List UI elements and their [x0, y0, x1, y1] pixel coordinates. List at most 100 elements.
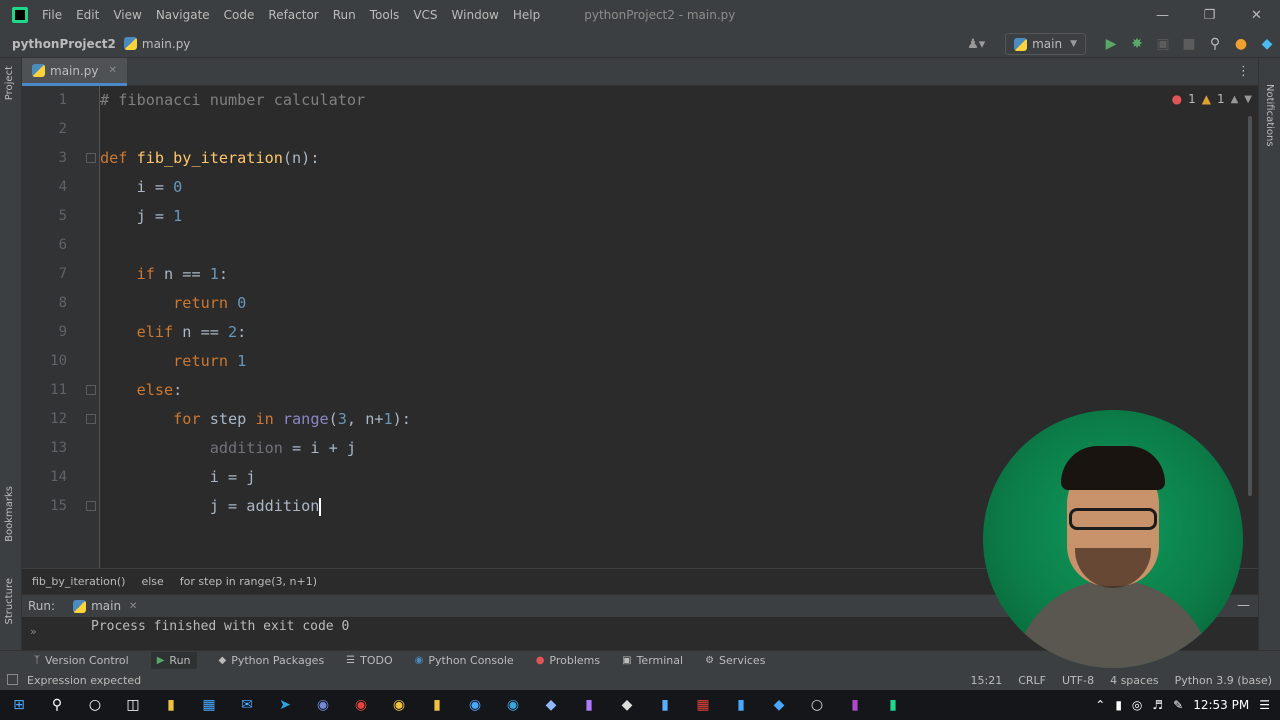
todo-tool[interactable]: ☰ TODO: [346, 654, 392, 667]
edge-icon[interactable]: ◉: [494, 690, 532, 720]
premiere-icon[interactable]: ▮: [570, 690, 608, 720]
volume-icon[interactable]: ♬: [1152, 698, 1163, 712]
stop-icon[interactable]: ■: [1176, 36, 1202, 52]
clock[interactable]: 12:53 PM: [1193, 698, 1249, 712]
minimize-panel-icon[interactable]: —: [1237, 598, 1250, 613]
update-icon[interactable]: ●: [1228, 36, 1254, 52]
user-icon[interactable]: ♟▾: [967, 37, 985, 52]
telegram-icon[interactable]: ➤: [266, 690, 304, 720]
python-packages-tool[interactable]: ◆ Python Packages: [219, 654, 325, 667]
battery-icon[interactable]: ▮: [1115, 698, 1122, 712]
breadcrumb-for[interactable]: for step in range(3, n+1): [180, 575, 317, 588]
breadcrumb-project[interactable]: pythonProject2: [12, 37, 116, 51]
microphone-icon[interactable]: ◎: [1132, 698, 1142, 712]
terminal-tool[interactable]: ▣ Terminal: [622, 654, 683, 667]
chrome-canary-icon[interactable]: ◉: [380, 690, 418, 720]
messenger-icon[interactable]: ◉: [456, 690, 494, 720]
fold-marker-icon[interactable]: [86, 153, 96, 163]
menu-file[interactable]: File: [42, 8, 62, 22]
menu-edit[interactable]: Edit: [76, 8, 99, 22]
app-icon[interactable]: ◆: [608, 690, 646, 720]
notification-center-icon[interactable]: ☰: [1259, 698, 1270, 712]
breadcrumb-file[interactable]: main.py: [123, 36, 191, 51]
error-count: 1: [1188, 92, 1196, 106]
editor-scrollbar[interactable]: [1248, 116, 1252, 496]
pycharm-taskbar-icon[interactable]: ▮: [874, 690, 912, 720]
code-with-me-icon[interactable]: ◆: [1254, 36, 1280, 52]
version-control-tool[interactable]: ᛉ Version Control: [34, 654, 129, 667]
inspection-widget[interactable]: ● 1 ▲ 1 ▲ ▼: [1172, 92, 1252, 106]
breadcrumb-else[interactable]: else: [141, 575, 163, 588]
vscode-icon[interactable]: ◆: [760, 690, 798, 720]
breadcrumb-file-label: main.py: [141, 36, 191, 51]
menu-code[interactable]: Code: [224, 8, 255, 22]
app-icon[interactable]: ▮: [722, 690, 760, 720]
tool-label: Problems: [549, 654, 601, 667]
run-tool[interactable]: ▶ Run: [150, 652, 197, 669]
file-explorer-icon[interactable]: ▮: [152, 690, 190, 720]
menu-help[interactable]: Help: [513, 8, 540, 22]
more-vertical-icon[interactable]: ⋮: [1237, 64, 1250, 79]
app-icon[interactable]: ▮: [646, 690, 684, 720]
fold-marker-icon[interactable]: [86, 501, 96, 511]
tab-main-py[interactable]: main.py ✕: [22, 58, 127, 86]
code-line-1: # fibonacci number calculator: [100, 91, 366, 109]
expand-icon[interactable]: »: [30, 625, 37, 638]
windows-start-icon[interactable]: ⊞: [0, 690, 38, 720]
structure-tool-button[interactable]: Structure: [4, 578, 15, 625]
problems-tool[interactable]: ● Problems: [536, 654, 600, 667]
chevron-up-icon[interactable]: ⌃: [1095, 698, 1105, 712]
presenter-glasses: [1069, 508, 1157, 530]
run-icon[interactable]: ▶: [1098, 36, 1124, 52]
menu-refactor[interactable]: Refactor: [268, 8, 318, 22]
services-tool[interactable]: ⚙ Services: [705, 654, 765, 667]
cursor-position[interactable]: 15:21: [971, 674, 1003, 687]
close-icon[interactable]: ✕: [129, 601, 137, 612]
menu-navigate[interactable]: Navigate: [156, 8, 210, 22]
pen-icon[interactable]: ✎: [1173, 698, 1183, 712]
office-icon[interactable]: ▦: [684, 690, 722, 720]
minimize-button[interactable]: —: [1139, 0, 1186, 30]
mail-icon[interactable]: ✉: [228, 690, 266, 720]
cortana-icon[interactable]: ○: [76, 690, 114, 720]
indent-setting[interactable]: 4 spaces: [1110, 674, 1159, 687]
task-view-icon[interactable]: ◫: [114, 690, 152, 720]
close-icon[interactable]: ✕: [109, 65, 117, 76]
restore-button[interactable]: ❐: [1186, 0, 1233, 30]
menu-view[interactable]: View: [113, 8, 141, 22]
bookmarks-tool-button[interactable]: Bookmarks: [4, 486, 15, 542]
chevron-up-icon[interactable]: ▲: [1231, 94, 1239, 105]
menu-vcs[interactable]: VCS: [413, 8, 437, 22]
discord-icon[interactable]: ◉: [304, 690, 342, 720]
branch-icon: ᛉ: [34, 655, 40, 666]
sticky-notes-icon[interactable]: ▮: [418, 690, 456, 720]
coverage-icon[interactable]: ▣: [1150, 36, 1176, 52]
line-ending[interactable]: CRLF: [1018, 674, 1046, 687]
onenote-icon[interactable]: ▮: [836, 690, 874, 720]
menu-window[interactable]: Window: [452, 8, 499, 22]
code-line-10: return 1: [173, 352, 247, 370]
app-icon[interactable]: ◆: [532, 690, 570, 720]
error-icon: ●: [1171, 92, 1183, 106]
chevron-down-icon[interactable]: ▼: [1244, 94, 1252, 105]
fold-marker-icon[interactable]: [86, 385, 96, 395]
app-icon[interactable]: ○: [798, 690, 836, 720]
chrome-icon[interactable]: ◉: [342, 690, 380, 720]
menu-tools[interactable]: Tools: [370, 8, 400, 22]
store-icon[interactable]: ▦: [190, 690, 228, 720]
project-tool-button[interactable]: Project: [4, 66, 15, 100]
python-console-tool[interactable]: ◉ Python Console: [415, 654, 514, 667]
search-icon[interactable]: ⚲: [38, 690, 76, 720]
menu-run[interactable]: Run: [333, 8, 356, 22]
toggle-panels-icon[interactable]: [7, 674, 18, 685]
fold-marker-icon[interactable]: [86, 414, 96, 424]
notifications-tool-button[interactable]: Notifications: [1264, 84, 1275, 147]
breadcrumb-function[interactable]: fib_by_iteration(): [32, 575, 125, 588]
run-tab-main[interactable]: main ✕: [73, 599, 137, 613]
file-encoding[interactable]: UTF-8: [1062, 674, 1094, 687]
debug-icon[interactable]: ✸: [1124, 36, 1150, 52]
close-window-button[interactable]: ✕: [1233, 0, 1280, 30]
run-configuration-select[interactable]: main ▼: [1005, 33, 1086, 55]
search-icon[interactable]: ⚲: [1202, 36, 1228, 52]
interpreter-select[interactable]: Python 3.9 (base): [1175, 674, 1272, 687]
